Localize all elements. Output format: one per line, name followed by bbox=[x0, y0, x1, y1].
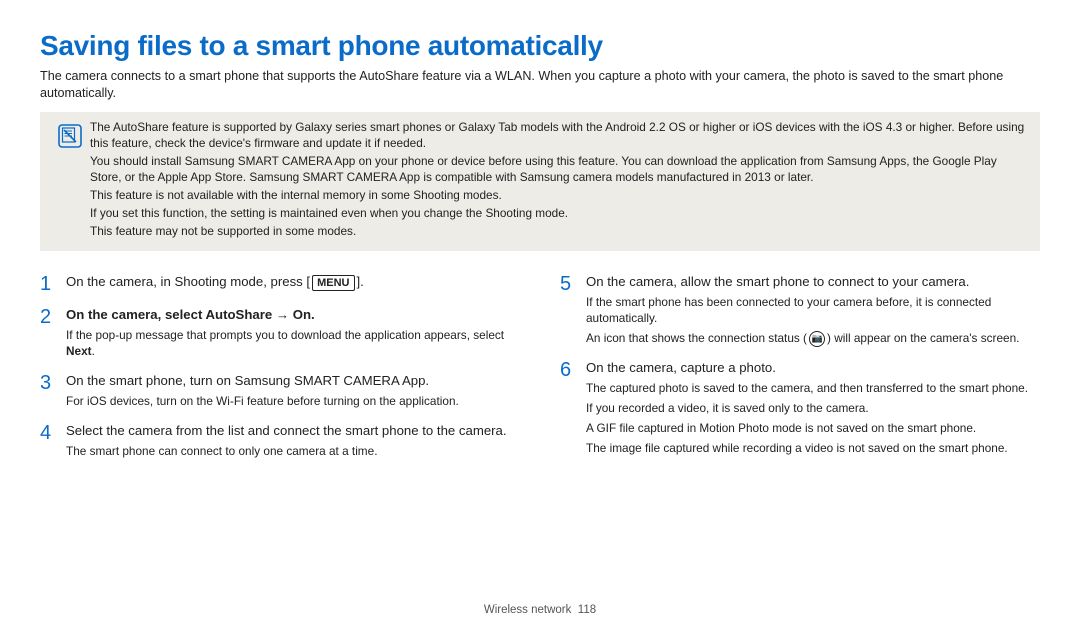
note-line: This feature is not available with the i… bbox=[90, 188, 1030, 204]
step-text: On the camera, select AutoShare → On. bbox=[66, 306, 520, 324]
left-column: 1On the camera, in Shooting mode, press … bbox=[40, 273, 520, 471]
step-text: Select the camera from the list and conn… bbox=[66, 422, 520, 440]
step-sub: A GIF file captured in Motion Photo mode… bbox=[586, 421, 1040, 437]
step-text: On the camera, capture a photo. bbox=[586, 359, 1040, 377]
step-number: 6 bbox=[560, 359, 586, 457]
step-number: 5 bbox=[560, 273, 586, 347]
step-number: 1 bbox=[40, 273, 66, 294]
step-text: On the camera, allow the smart phone to … bbox=[586, 273, 1040, 291]
step-sub: For iOS devices, turn on the Wi-Fi featu… bbox=[66, 394, 520, 410]
footer-section: Wireless network bbox=[484, 604, 572, 616]
step-sub: If you recorded a video, it is saved onl… bbox=[586, 401, 1040, 417]
step-text: On the smart phone, turn on Samsung SMAR… bbox=[66, 372, 520, 390]
step-number: 4 bbox=[40, 422, 66, 460]
step-sub: The smart phone can connect to only one … bbox=[66, 444, 520, 460]
steps-columns: 1On the camera, in Shooting mode, press … bbox=[40, 273, 1040, 471]
step-sub: The captured photo is saved to the camer… bbox=[586, 381, 1040, 397]
step-text: On the camera, in Shooting mode, press [… bbox=[66, 273, 520, 291]
step: 2On the camera, select AutoShare → On. If… bbox=[40, 306, 520, 360]
note-box: The AutoShare feature is supported by Ga… bbox=[40, 112, 1040, 251]
page-footer: Wireless network 118 bbox=[0, 604, 1080, 616]
menu-icon: MENU bbox=[312, 275, 354, 291]
step: 5On the camera, allow the smart phone to… bbox=[560, 273, 1040, 347]
step-sub: If the pop-up message that prompts you t… bbox=[66, 328, 520, 360]
step-number: 3 bbox=[40, 372, 66, 410]
note-icon bbox=[50, 120, 90, 241]
intro-text: The camera connects to a smart phone tha… bbox=[40, 68, 1040, 102]
note-line: If you set this function, the setting is… bbox=[90, 206, 1030, 222]
step-sub: If the smart phone has been connected to… bbox=[586, 295, 1040, 327]
step: 3On the smart phone, turn on Samsung SMA… bbox=[40, 372, 520, 410]
right-column: 5On the camera, allow the smart phone to… bbox=[560, 273, 1040, 471]
footer-page-number: 118 bbox=[578, 604, 596, 616]
step-sub: The image file captured while recording … bbox=[586, 441, 1040, 457]
note-body: The AutoShare feature is supported by Ga… bbox=[90, 120, 1030, 241]
step: 4Select the camera from the list and con… bbox=[40, 422, 520, 460]
note-line: You should install Samsung SMART CAMERA … bbox=[90, 154, 1030, 186]
step: 1On the camera, in Shooting mode, press … bbox=[40, 273, 520, 294]
note-line: This feature may not be supported in som… bbox=[90, 224, 1030, 240]
step-sub: An icon that shows the connection status… bbox=[586, 331, 1040, 347]
step-number: 2 bbox=[40, 306, 66, 360]
step: 6On the camera, capture a photo. The capt… bbox=[560, 359, 1040, 457]
note-line: The AutoShare feature is supported by Ga… bbox=[90, 120, 1030, 152]
page-title: Saving files to a smart phone automatica… bbox=[40, 30, 1040, 62]
connection-status-icon: 📷 bbox=[809, 331, 825, 347]
